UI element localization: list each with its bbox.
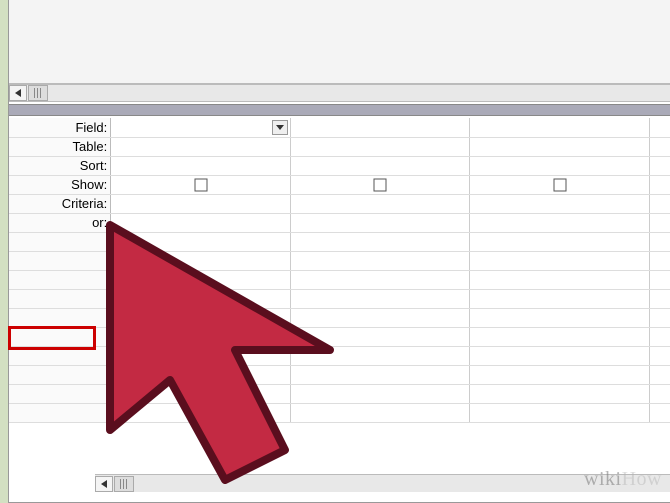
scroll-grip[interactable] (114, 476, 134, 492)
show-checkbox[interactable] (374, 178, 387, 191)
criteria-cell-1[interactable] (111, 194, 291, 213)
scroll-grip[interactable] (28, 85, 48, 101)
row-criteria: Criteria: (9, 194, 670, 213)
field-cell-1[interactable] (111, 118, 291, 137)
top-panel-scrollbar[interactable] (9, 84, 670, 102)
field-cell-3[interactable] (470, 118, 650, 137)
show-cell-3[interactable] (470, 175, 650, 194)
or-cell-1[interactable] (111, 213, 291, 232)
show-checkbox[interactable] (194, 178, 207, 191)
table-cell-1[interactable] (111, 137, 291, 156)
show-cell-1[interactable] (111, 175, 291, 194)
show-cell-2[interactable] (290, 175, 470, 194)
grid-scrollbar[interactable] (95, 474, 670, 492)
sort-cell-1[interactable] (111, 156, 291, 175)
row-sort: Sort: (9, 156, 670, 175)
row-show: Show: (9, 175, 670, 194)
scroll-left-button[interactable] (95, 476, 113, 492)
row-label-table: Table: (9, 137, 111, 156)
field-cell-4[interactable] (649, 118, 670, 137)
query-design-grid[interactable]: Field: Table: Sort: (9, 118, 670, 423)
field-cell-2[interactable] (290, 118, 470, 137)
query-design-window: Field: Table: Sort: (8, 0, 670, 503)
show-checkbox[interactable] (553, 178, 566, 191)
row-label-criteria: Criteria: (9, 194, 111, 213)
row-or: or: (9, 213, 670, 232)
row-label-field: Field: (9, 118, 111, 137)
row-label-sort: Sort: (9, 156, 111, 175)
scroll-left-button[interactable] (9, 85, 27, 101)
row-label-or: or: (9, 213, 111, 232)
row-table: Table: (9, 137, 670, 156)
field-dropdown-button[interactable] (272, 120, 288, 135)
row-field: Field: (9, 118, 670, 137)
row-label-show: Show: (9, 175, 111, 194)
table-relationship-panel (9, 0, 670, 84)
panel-divider[interactable] (9, 104, 670, 116)
design-grid-area: Field: Table: Sort: (9, 118, 670, 484)
show-cell-4[interactable] (649, 175, 670, 194)
